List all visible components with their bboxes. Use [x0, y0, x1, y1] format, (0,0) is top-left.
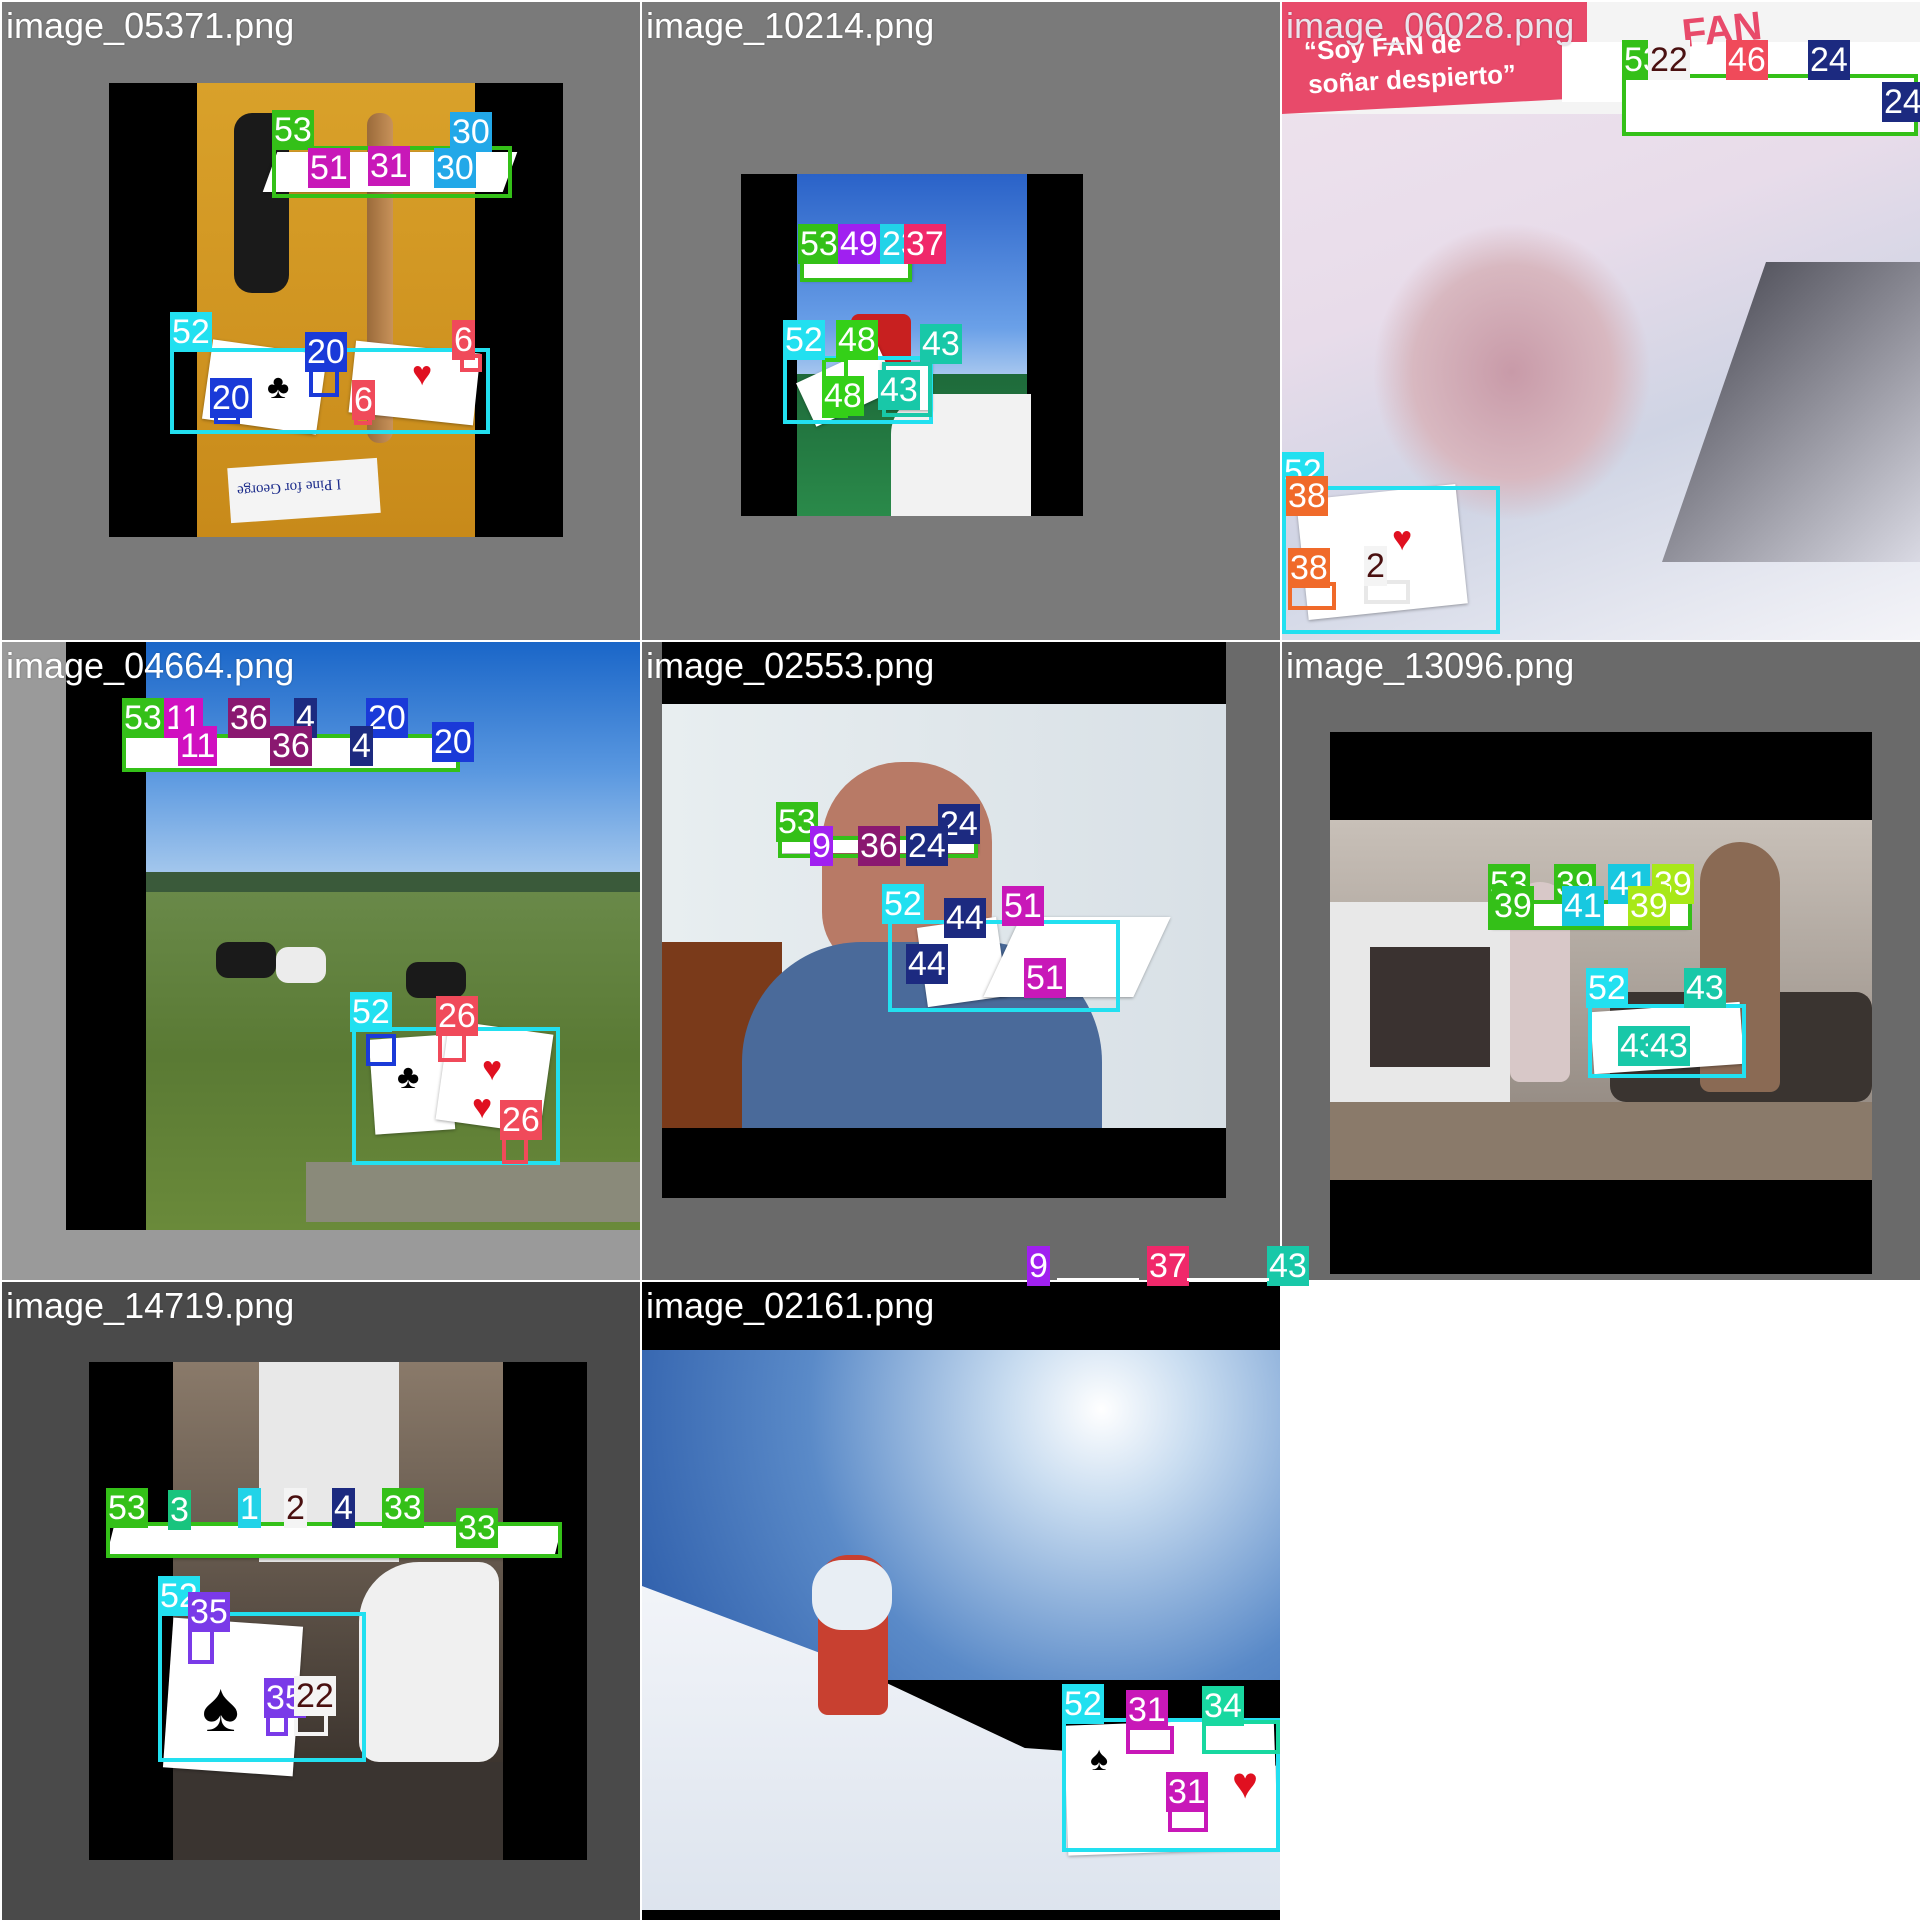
mosaic-tile: I Pine for George ♣ ♥ 53 51 31 30 30 52 … — [2, 2, 640, 640]
detection-label: 43 — [1648, 1026, 1690, 1066]
detection-label: 52 — [783, 320, 825, 360]
detection-label: 1 — [238, 1488, 261, 1528]
detection-label: 49 — [838, 224, 880, 264]
detection-label: 24 — [906, 826, 948, 866]
tile-filename: image_13096.png — [1286, 645, 1575, 686]
detection-label: 43 — [878, 370, 920, 410]
detection-label: 53 — [272, 110, 314, 150]
detection-label: 33 — [456, 1508, 498, 1548]
detection-label: 9 — [1027, 1246, 1050, 1286]
detection-label: 20 — [432, 722, 474, 762]
detection-label: 3 — [168, 1490, 191, 1530]
detection-label: 20 — [305, 332, 347, 372]
detection-box — [438, 1032, 466, 1062]
detection-label: 4 — [350, 726, 373, 766]
detection-label: 44 — [906, 944, 948, 984]
detection-label: 35 — [188, 1592, 230, 1632]
detection-label: 36 — [270, 726, 312, 766]
detection-label: 39 — [1492, 886, 1534, 926]
tile-filename: image_06028.png — [1286, 5, 1575, 46]
tile-filename: image_02553.png — [646, 645, 935, 686]
detection-label: 48 — [822, 376, 864, 416]
detection-label: 43 — [920, 324, 962, 364]
detection-box — [188, 1628, 214, 1664]
mosaic-tile: ♠ ♥ 52 31 34 31 image_02161.png — [642, 1282, 1280, 1920]
detection-box — [366, 1034, 396, 1066]
detection-label: 30 — [434, 148, 476, 188]
detection-label: 22 — [1648, 40, 1690, 80]
mosaic-tile: ♣ ♥ ♥ 53 11 36 4 20 11 36 4 20 52 26 26 … — [2, 642, 640, 1280]
detection-label: 52 — [882, 884, 924, 924]
divider-line — [1057, 1278, 1139, 1281]
detection-label: 33 — [382, 1488, 424, 1528]
mosaic-tile: 53 39 41 39 39 41 39 52 43 43 43 image_1… — [1282, 642, 1920, 1280]
detection-label: 34 — [1202, 1686, 1244, 1726]
detection-box — [1126, 1726, 1174, 1754]
detection-label: 51 — [1024, 958, 1066, 998]
tile-filename: image_10214.png — [646, 5, 935, 46]
detection-label: 52 — [1586, 968, 1628, 1008]
detection-label: 2 — [1364, 546, 1387, 586]
detection-label: 20 — [210, 378, 252, 418]
tile-filename: image_02161.png — [646, 1285, 935, 1326]
detection-label: 46 — [1726, 40, 1768, 80]
tile-filename: image_14719.png — [6, 1285, 295, 1326]
detection-label: 9 — [810, 826, 833, 866]
tile-filename: image_04664.png — [6, 645, 295, 686]
detection-label: 36 — [228, 698, 270, 738]
detection-label: 6 — [452, 320, 475, 360]
detection-label: 48 — [836, 320, 878, 360]
detection-label: 51 — [308, 148, 350, 188]
detection-label: 44 — [944, 898, 986, 938]
detection-label: 51 — [1002, 886, 1044, 926]
detection-label: 43 — [1267, 1246, 1309, 1286]
detection-label: 53 — [106, 1488, 148, 1528]
detection-label: 31 — [1126, 1690, 1168, 1730]
detection-label: 39 — [1628, 886, 1670, 926]
detection-label: 41 — [1562, 886, 1604, 926]
detection-label: 36 — [858, 826, 900, 866]
detection-label: 38 — [1286, 476, 1328, 516]
detection-label: 52 — [350, 992, 392, 1032]
detection-label: 37 — [904, 224, 946, 264]
detection-label: 22 — [294, 1676, 336, 1716]
detection-label: 26 — [436, 996, 478, 1036]
detection-label: 4 — [332, 1488, 355, 1528]
detection-label: 38 — [1288, 548, 1330, 588]
mosaic-tile: ♠ 53 3 1 2 4 33 33 52 35 35 22 image_147… — [2, 1282, 640, 1920]
detection-label: 52 — [1062, 1684, 1104, 1724]
mosaic-tile: “Soy FAN de soñar despierto” FAN ♥ 53 22… — [1282, 2, 1920, 640]
mosaic-tile: 53 24 9 36 24 52 44 51 44 51 image_02553… — [642, 642, 1280, 1280]
detection-label: 53 — [798, 224, 840, 264]
detection-label: 43 — [1684, 968, 1726, 1008]
detection-label: 2 — [284, 1488, 307, 1528]
detection-label: 52 — [170, 312, 212, 352]
detection-label: 31 — [368, 146, 410, 186]
detection-box — [1622, 74, 1918, 136]
detection-label: 31 — [1166, 1772, 1208, 1812]
detection-label: 24 — [1882, 82, 1920, 122]
detection-label: 6 — [352, 380, 375, 420]
detection-label: 30 — [450, 112, 492, 152]
detection-label: 26 — [500, 1100, 542, 1140]
mosaic-tile: 53 49 23 37 52 48 43 48 43 image_10214.p… — [642, 2, 1280, 640]
divider-line — [1187, 1278, 1269, 1281]
tile-filename: image_05371.png — [6, 5, 295, 46]
detection-label: 24 — [1808, 40, 1850, 80]
detection-label: 11 — [178, 726, 218, 766]
detection-label: 53 — [122, 698, 164, 738]
detection-label: 37 — [1147, 1246, 1189, 1286]
